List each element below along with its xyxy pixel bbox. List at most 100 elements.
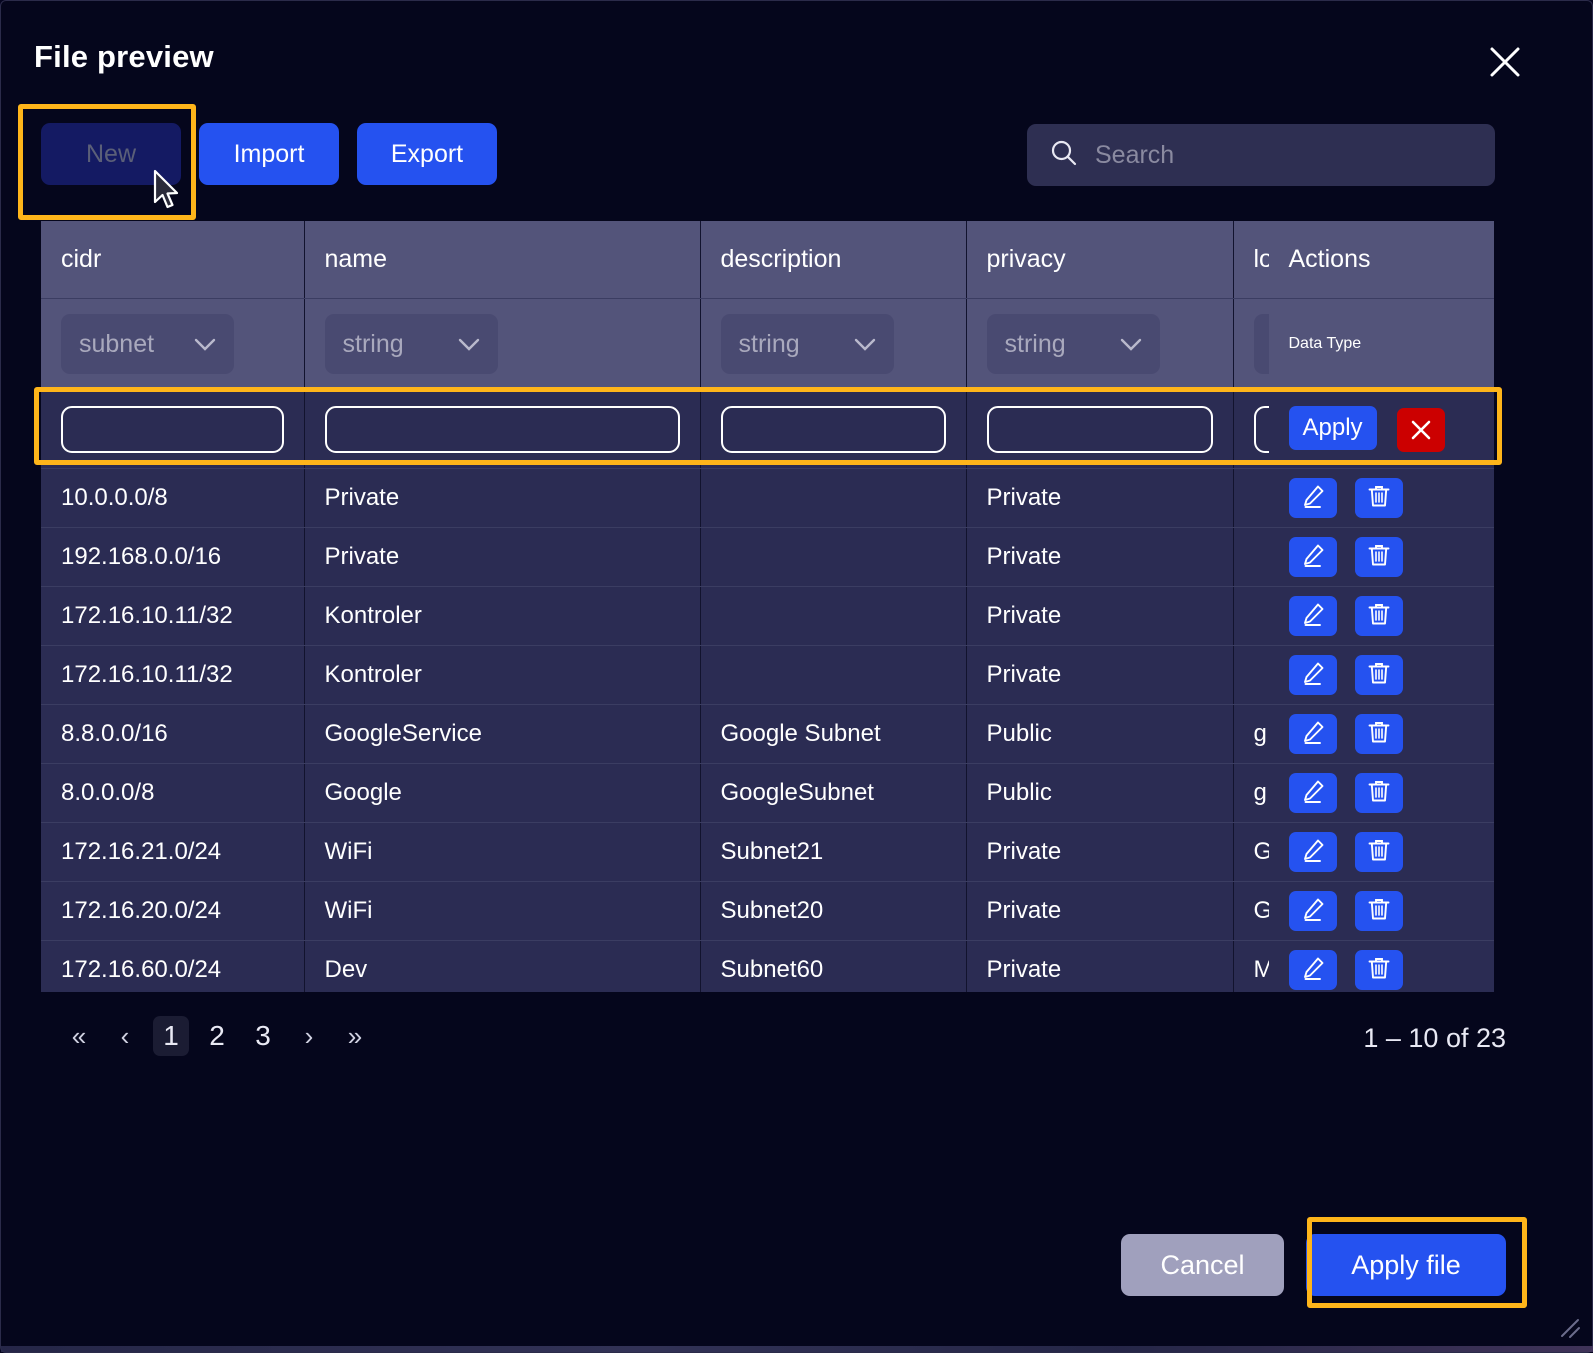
cell-name: Private: [304, 468, 701, 528]
data-type-select-name[interactable]: string: [324, 314, 498, 374]
chevron-down-icon: [458, 330, 480, 359]
new-input-name[interactable]: [324, 405, 680, 453]
row-actions: [1267, 586, 1494, 646]
new-cell-name: [304, 390, 701, 469]
cell-cidr: 172.16.60.0/24: [41, 940, 305, 992]
edit-row-button[interactable]: [1288, 949, 1337, 990]
new-row-actions: Apply: [1267, 390, 1494, 469]
trash-icon: [1366, 542, 1392, 571]
pagination-last[interactable]: »: [337, 1016, 373, 1056]
table-row: 8.0.0.0/8 Google GoogleSubnet Public g: [41, 763, 1494, 823]
data-type-select-privacy[interactable]: string: [986, 314, 1160, 374]
table-row: 192.168.0.0/16 Private Private: [41, 527, 1494, 587]
cell-name: WiFi: [304, 822, 701, 882]
cell-name: WiFi: [304, 881, 701, 941]
pagination-range-label: 1 – 10 of 23: [1363, 1023, 1506, 1053]
cell-privacy: Public: [966, 704, 1234, 764]
cell-cidr: 172.16.10.11/32: [41, 645, 305, 705]
new-button[interactable]: New: [41, 123, 181, 185]
edit-row-button[interactable]: [1288, 713, 1337, 754]
apply-file-button[interactable]: Apply file: [1306, 1234, 1506, 1296]
cell-name: Dev: [304, 940, 701, 992]
chevron-down-icon: [854, 330, 876, 359]
file-preview-dialog: File preview New Import Export cidr: [0, 0, 1593, 1353]
pagination-page-3[interactable]: 3: [245, 1016, 281, 1056]
cancel-row-button[interactable]: [1397, 408, 1445, 453]
new-input-privacy[interactable]: [986, 405, 1213, 453]
cell-name: Private: [304, 527, 701, 587]
trash-icon: [1366, 601, 1392, 630]
trash-icon: [1366, 660, 1392, 689]
cell-privacy: Private: [966, 468, 1234, 528]
export-button[interactable]: Export: [357, 123, 497, 185]
cell-privacy: Private: [966, 645, 1234, 705]
column-header-description[interactable]: description: [700, 221, 967, 299]
edit-row-button[interactable]: [1288, 595, 1337, 636]
data-type-label: Data Type: [1267, 298, 1494, 391]
cell-cidr: 8.0.0.0/8: [41, 763, 305, 823]
pencil-icon: [1300, 896, 1326, 925]
delete-row-button[interactable]: [1354, 595, 1403, 636]
edit-row-button[interactable]: [1288, 654, 1337, 695]
edit-row-button[interactable]: [1288, 477, 1337, 518]
dialog-footer: Cancel Apply file: [1121, 1234, 1506, 1296]
pencil-icon: [1300, 837, 1326, 866]
cell-privacy: Private: [966, 527, 1234, 587]
table-row: 172.16.10.11/32 Kontroler Private: [41, 586, 1494, 646]
chevron-down-icon: [1120, 330, 1142, 359]
cancel-button[interactable]: Cancel: [1121, 1234, 1284, 1296]
apply-row-button[interactable]: Apply: [1288, 405, 1377, 450]
data-table-container: cidr name description privacy lo Actions…: [41, 221, 1494, 992]
edit-row-button[interactable]: [1288, 536, 1337, 577]
search-box[interactable]: [1027, 124, 1495, 186]
delete-row-button[interactable]: [1354, 477, 1403, 518]
new-input-description[interactable]: [720, 405, 946, 453]
data-type-value-description: string: [738, 329, 800, 358]
trash-icon: [1366, 896, 1392, 925]
column-header-privacy[interactable]: privacy: [966, 221, 1234, 299]
pencil-icon: [1300, 955, 1326, 984]
cell-description: [700, 586, 967, 646]
trash-icon: [1366, 778, 1392, 807]
search-input[interactable]: [1095, 140, 1473, 170]
delete-row-button[interactable]: [1354, 713, 1403, 754]
pagination-page-2[interactable]: 2: [199, 1016, 235, 1056]
edit-row-button[interactable]: [1288, 890, 1337, 931]
delete-row-button[interactable]: [1354, 831, 1403, 872]
pagination-next[interactable]: ›: [291, 1016, 327, 1056]
cell-name: GoogleService: [304, 704, 701, 764]
cell-name: Google: [304, 763, 701, 823]
trash-icon: [1366, 955, 1392, 984]
delete-row-button[interactable]: [1354, 890, 1403, 931]
cell-cidr: 8.8.0.0/16: [41, 704, 305, 764]
pencil-icon: [1300, 483, 1326, 512]
delete-row-button[interactable]: [1354, 654, 1403, 695]
delete-row-button[interactable]: [1354, 949, 1403, 990]
row-actions: [1267, 881, 1494, 941]
data-type-select-cidr[interactable]: subnet: [61, 314, 234, 374]
column-header-name[interactable]: name: [304, 221, 701, 299]
edit-row-button[interactable]: [1288, 831, 1337, 872]
pagination-prev[interactable]: ‹: [107, 1016, 143, 1056]
close-icon[interactable]: [1484, 41, 1526, 83]
column-header-cidr[interactable]: cidr: [41, 221, 305, 299]
data-type-value-privacy: string: [1004, 329, 1066, 358]
pagination-first[interactable]: «: [61, 1016, 97, 1056]
data-type-select-description[interactable]: string: [720, 314, 894, 374]
toolbar: New Import Export: [41, 123, 497, 185]
new-input-cidr[interactable]: [61, 405, 284, 453]
cell-cidr: 172.16.10.11/32: [41, 586, 305, 646]
column-header-row: cidr name description privacy lo Actions: [41, 221, 1494, 299]
trash-icon: [1366, 837, 1392, 866]
delete-row-button[interactable]: [1354, 772, 1403, 813]
delete-row-button[interactable]: [1354, 536, 1403, 577]
row-actions: [1267, 645, 1494, 705]
pencil-icon: [1300, 542, 1326, 571]
cell-description: Google Subnet: [700, 704, 967, 764]
table-row: 172.16.60.0/24 Dev Subnet60 Private M: [41, 940, 1494, 992]
new-cell-privacy: [966, 390, 1234, 469]
pagination-page-1[interactable]: 1: [153, 1016, 189, 1056]
edit-row-button[interactable]: [1288, 772, 1337, 813]
resize-handle[interactable]: [1556, 1314, 1582, 1340]
import-button[interactable]: Import: [199, 123, 339, 185]
